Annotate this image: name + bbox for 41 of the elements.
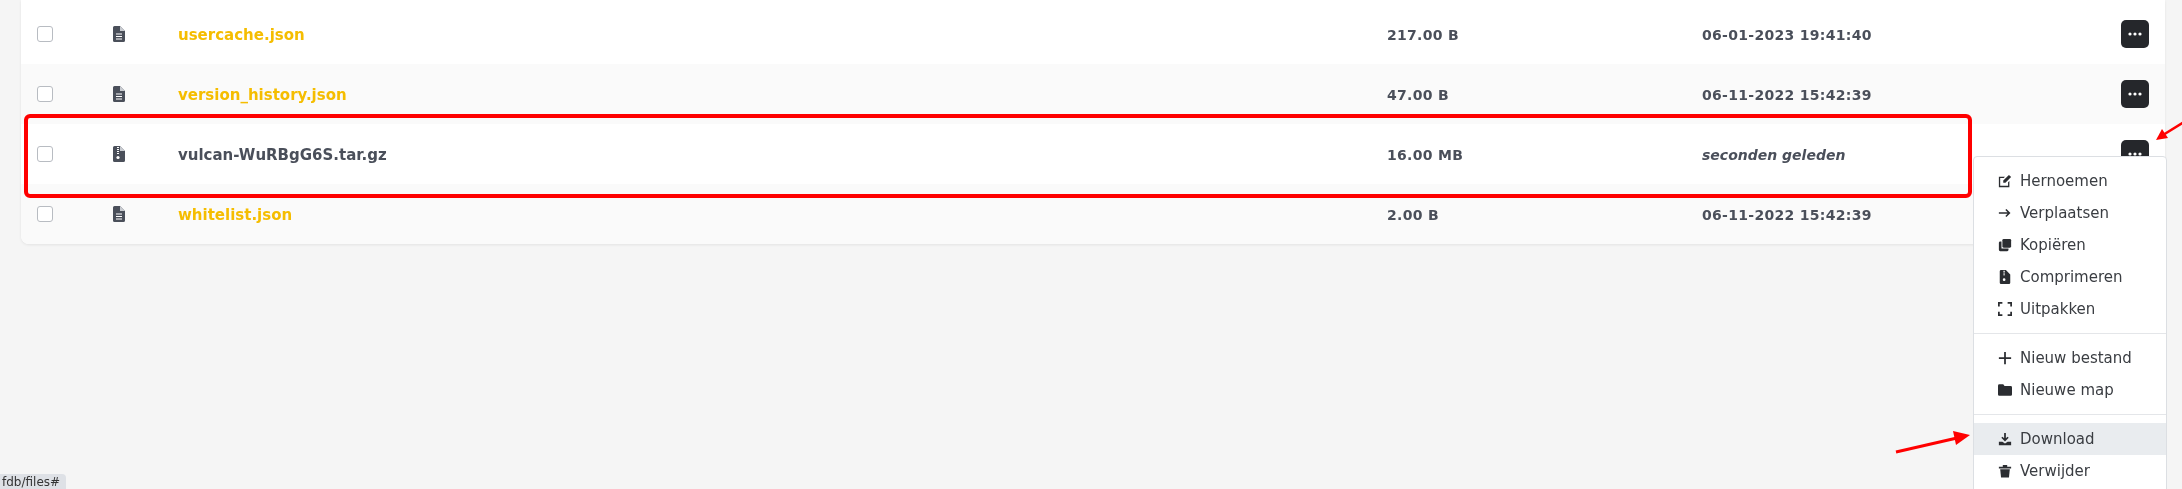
menu-item[interactable]: Comprimeren xyxy=(1974,261,2166,293)
annotation-arrow xyxy=(2155,120,2182,142)
ellipsis-icon xyxy=(2128,32,2142,36)
modified-date: seconden geleden xyxy=(1702,146,1846,163)
document-icon xyxy=(113,206,125,222)
checkbox[interactable] xyxy=(37,86,53,102)
document-icon xyxy=(113,26,125,42)
menu-item[interactable]: Verwijder xyxy=(1974,455,2166,487)
ellipsis-icon xyxy=(2128,92,2142,96)
modified-date: 06-11-2022 15:42:39 xyxy=(1702,86,1872,103)
checkbox[interactable] xyxy=(37,146,53,162)
menu-item[interactable]: Nieuw bestand xyxy=(1974,342,2166,374)
file-size: 16.00 MB xyxy=(1387,146,1464,163)
download-icon xyxy=(1998,432,2012,446)
document-icon xyxy=(113,86,125,102)
zip-file-icon xyxy=(1998,270,2012,284)
menu-item[interactable]: Nieuwe map xyxy=(1974,374,2166,406)
file-size: 47.00 B xyxy=(1387,86,1449,103)
folder-icon xyxy=(1998,383,2012,397)
status-url: fdb/files# xyxy=(0,474,67,489)
plus-icon xyxy=(1998,351,2012,365)
menu-item[interactable]: Hernoemen xyxy=(1974,165,2166,197)
expand-icon xyxy=(1998,302,2012,316)
modified-date: 06-11-2022 15:42:39 xyxy=(1702,206,1872,223)
copy-icon xyxy=(1998,238,2012,252)
more-button[interactable] xyxy=(2121,20,2149,48)
trash-icon xyxy=(1998,464,2012,478)
checkbox[interactable] xyxy=(37,206,53,222)
menu-item[interactable]: Download xyxy=(1974,423,2166,455)
file-size: 217.00 B xyxy=(1387,26,1459,43)
menu-item[interactable]: Verplaatsen xyxy=(1974,197,2166,229)
zip-file-icon xyxy=(113,146,125,162)
more-button[interactable] xyxy=(2121,80,2149,108)
checkbox[interactable] xyxy=(37,26,53,42)
modified-date: 06-01-2023 19:41:40 xyxy=(1702,26,1872,43)
menu-item[interactable]: Kopiëren xyxy=(1974,229,2166,261)
menu-item[interactable]: Uitpakken xyxy=(1974,293,2166,325)
file-size: 2.00 B xyxy=(1387,206,1439,223)
file-name-link[interactable]: vulcan-WuRBgG6S.tar.gz xyxy=(178,145,387,164)
edit-icon xyxy=(1998,174,2012,188)
arrow-right-icon xyxy=(1998,206,2012,220)
